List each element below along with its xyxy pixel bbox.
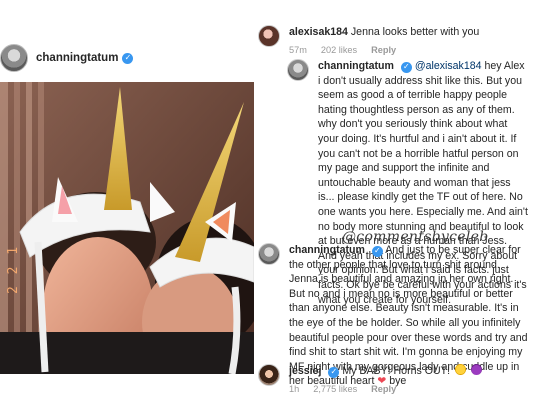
commenter-avatar[interactable] [258,364,280,386]
post-photo[interactable]: 2 2 1 [0,82,254,374]
comment-time: 57m [289,44,307,55]
comment-username[interactable]: channingtatum [318,60,394,72]
comment-username[interactable]: channingtatum [289,244,365,256]
verified-badge-icon: ✓ [400,61,412,73]
comment-username[interactable]: alexisak184 [289,26,348,38]
comment-item: jessiej ✓ My BABY! Horns OUT! 1h 2,775 l… [258,364,530,396]
comment-likes[interactable]: 202 likes [321,43,357,58]
commenter-avatar[interactable] [258,25,280,47]
commenter-avatar[interactable] [258,243,280,265]
comment-mention[interactable]: @alexisak184 [415,60,482,72]
reply-button[interactable]: Reply [371,43,396,58]
post-photo-illustration [0,82,254,374]
post-author-avatar[interactable] [0,44,28,72]
smiling-devil-emoji-icon [470,364,482,375]
post-author-username[interactable]: channingtatum [36,52,118,64]
comment-item: alexisak184 Jenna looks better with you … [258,25,530,57]
verified-badge-icon: ✓ [371,245,383,257]
commenter-avatar[interactable] [287,59,309,81]
reply-button[interactable]: Reply [371,382,396,397]
smiling-face-emoji-icon [455,364,466,375]
comment-likes[interactable]: 2,775 likes [313,382,357,397]
verified-badge-icon: ✓ [328,366,340,378]
verified-badge-icon: ✓ [122,52,134,64]
comment-username[interactable]: jessiej [289,365,321,377]
post-header: channingtatum ✓ [0,38,262,78]
comment-time: 1h [289,383,300,394]
photo-date-stamp: 2 2 1 [6,244,21,294]
comment-text: Jenna looks better with you [350,26,480,38]
comment-text: My BABY! Horns OUT! [342,365,451,377]
